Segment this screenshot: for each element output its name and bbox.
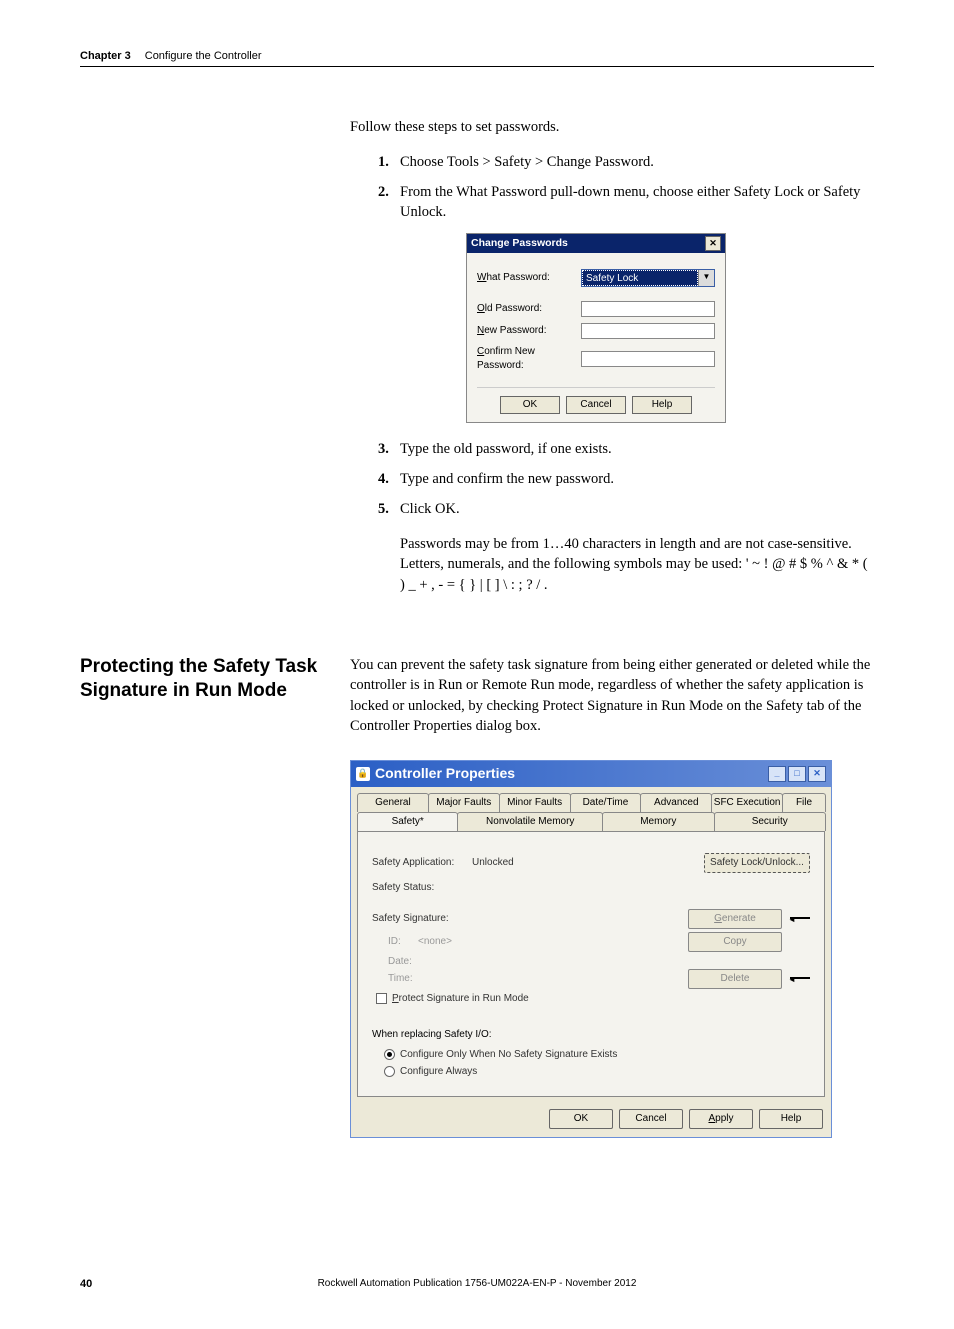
old-password-input[interactable] [581,301,715,317]
generate-button[interactable]: Generate [688,909,782,929]
what-password-label: What Password: [477,271,581,285]
password-note: Passwords may be from 1…40 characters in… [400,534,874,595]
copy-button[interactable]: Copy [688,932,782,952]
step-number: 5. [378,499,400,519]
dialog-footer: OK Cancel Apply Help [351,1103,831,1137]
id-value: <none> [418,935,688,949]
dropdown-value: Safety Lock [582,270,698,286]
help-button[interactable]: Help [759,1109,823,1129]
section-heading: Protecting the Safety Task Signature in … [80,655,350,1138]
safety-signature-label: Safety Signature: [372,912,688,926]
step-text: Choose Tools > Safety > Change Password. [400,152,874,172]
section: Protecting the Safety Task Signature in … [80,655,874,1138]
step-text: From the What Password pull-down menu, c… [400,182,874,223]
step-list: 1. Choose Tools > Safety > Change Passwo… [350,152,874,223]
step-number: 4. [378,469,400,489]
page: Chapter 3 Configure the Controller Follo… [0,0,954,1329]
protect-signature-checkbox[interactable] [376,993,387,1004]
arrow-icon [790,912,810,926]
dialog-title: Controller Properties [375,764,768,784]
configure-always-label: Configure Always [400,1065,477,1079]
change-passwords-dialog: Change Passwords ✕ What Password: Safety… [466,233,726,423]
dialog-title: Change Passwords [471,236,705,251]
step-1: 1. Choose Tools > Safety > Change Passwo… [350,152,874,172]
tab-advanced[interactable]: Advanced [640,793,712,812]
tab-security[interactable]: Security [714,812,826,831]
new-password-input[interactable] [581,323,715,339]
help-button[interactable]: Help [632,396,692,414]
safety-status-label: Safety Status: [372,881,472,895]
step-2: 2. From the What Password pull-down menu… [350,182,874,223]
protect-signature-label: Protect Signature in Run Mode [392,992,529,1006]
tab-strip: General Major Faults Minor Faults Date/T… [351,787,831,831]
step-3: 3. Type the old password, if one exists. [350,439,874,459]
tab-minor-faults[interactable]: Minor Faults [499,793,571,812]
chapter-label: Chapter 3 [80,50,131,62]
close-icon[interactable]: ✕ [808,766,826,782]
section-body: You can prevent the safety task signatur… [350,655,874,1138]
delete-button[interactable]: Delete [688,969,782,989]
step-number: 3. [378,439,400,459]
page-footer: 40 Rockwell Automation Publication 1756-… [80,1278,874,1289]
app-icon: 🔒 [356,767,370,781]
running-header: Chapter 3 Configure the Controller [80,50,874,67]
safety-application-label: Safety Application: [372,856,472,870]
what-password-dropdown[interactable]: Safety Lock ▼ [581,269,715,287]
minimize-icon[interactable]: _ [768,766,786,782]
cancel-button[interactable]: Cancel [566,396,626,414]
arrow-icon [790,972,810,986]
apply-button[interactable]: Apply [689,1109,753,1129]
dialog-button-row: OK Cancel Help [477,387,715,414]
ok-button[interactable]: OK [549,1109,613,1129]
controller-properties-dialog: 🔒 Controller Properties _ □ ✕ General Ma… [350,760,832,1138]
close-icon[interactable]: ✕ [705,236,721,251]
section-text: You can prevent the safety task signatur… [350,657,870,734]
tab-sfc-execution[interactable]: SFC Execution [711,793,783,812]
cancel-button[interactable]: Cancel [619,1109,683,1129]
configure-only-label: Configure Only When No Safety Signature … [400,1048,617,1062]
configure-always-radio[interactable] [384,1066,395,1077]
step-5: 5. Click OK. [350,499,874,519]
body-column: Follow these steps to set passwords. 1. … [350,117,874,595]
confirm-password-label: Confirm New Password: [477,345,581,373]
publication-info: Rockwell Automation Publication 1756-UM0… [318,1278,637,1289]
page-number: 40 [80,1278,92,1290]
replace-io-header: When replacing Safety I/O: [372,1028,810,1042]
confirm-password-input[interactable] [581,351,715,367]
step-text: Type and confirm the new password. [400,469,874,489]
step-4: 4. Type and confirm the new password. [350,469,874,489]
old-password-label: Old Password: [477,302,581,316]
dialog-titlebar: Change Passwords ✕ [467,234,725,253]
time-label: Time: [388,972,688,986]
intro-text: Follow these steps to set passwords. [350,117,874,137]
tab-file[interactable]: File [782,793,826,812]
dialog-titlebar: 🔒 Controller Properties _ □ ✕ [351,761,831,787]
id-label: ID: [388,935,418,949]
step-text: Type the old password, if one exists. [400,439,874,459]
step-list-continued: 3. Type the old password, if one exists.… [350,439,874,520]
configure-only-radio[interactable] [384,1049,395,1060]
tab-major-faults[interactable]: Major Faults [428,793,500,812]
step-number: 2. [378,182,400,223]
maximize-icon[interactable]: □ [788,766,806,782]
tab-safety[interactable]: Safety* [357,812,458,831]
chevron-down-icon: ▼ [698,270,714,286]
ok-button[interactable]: OK [500,396,560,414]
tab-memory[interactable]: Memory [602,812,714,831]
safety-lock-unlock-button[interactable]: Safety Lock/Unlock... [704,853,810,873]
chapter-title: Configure the Controller [145,50,262,62]
tab-nonvolatile-memory[interactable]: Nonvolatile Memory [457,812,603,831]
tab-date-time[interactable]: Date/Time [570,793,642,812]
step-text: Click OK. [400,499,874,519]
safety-application-value: Unlocked [472,856,704,870]
step-number: 1. [378,152,400,172]
date-label: Date: [388,955,810,969]
tab-panel-safety: Safety Application: Unlocked Safety Lock… [357,831,825,1097]
dialog-body: What Password: Safety Lock ▼ Old Passwor… [467,253,725,422]
new-password-label: New Password: [477,324,581,338]
tab-general[interactable]: General [357,793,429,812]
